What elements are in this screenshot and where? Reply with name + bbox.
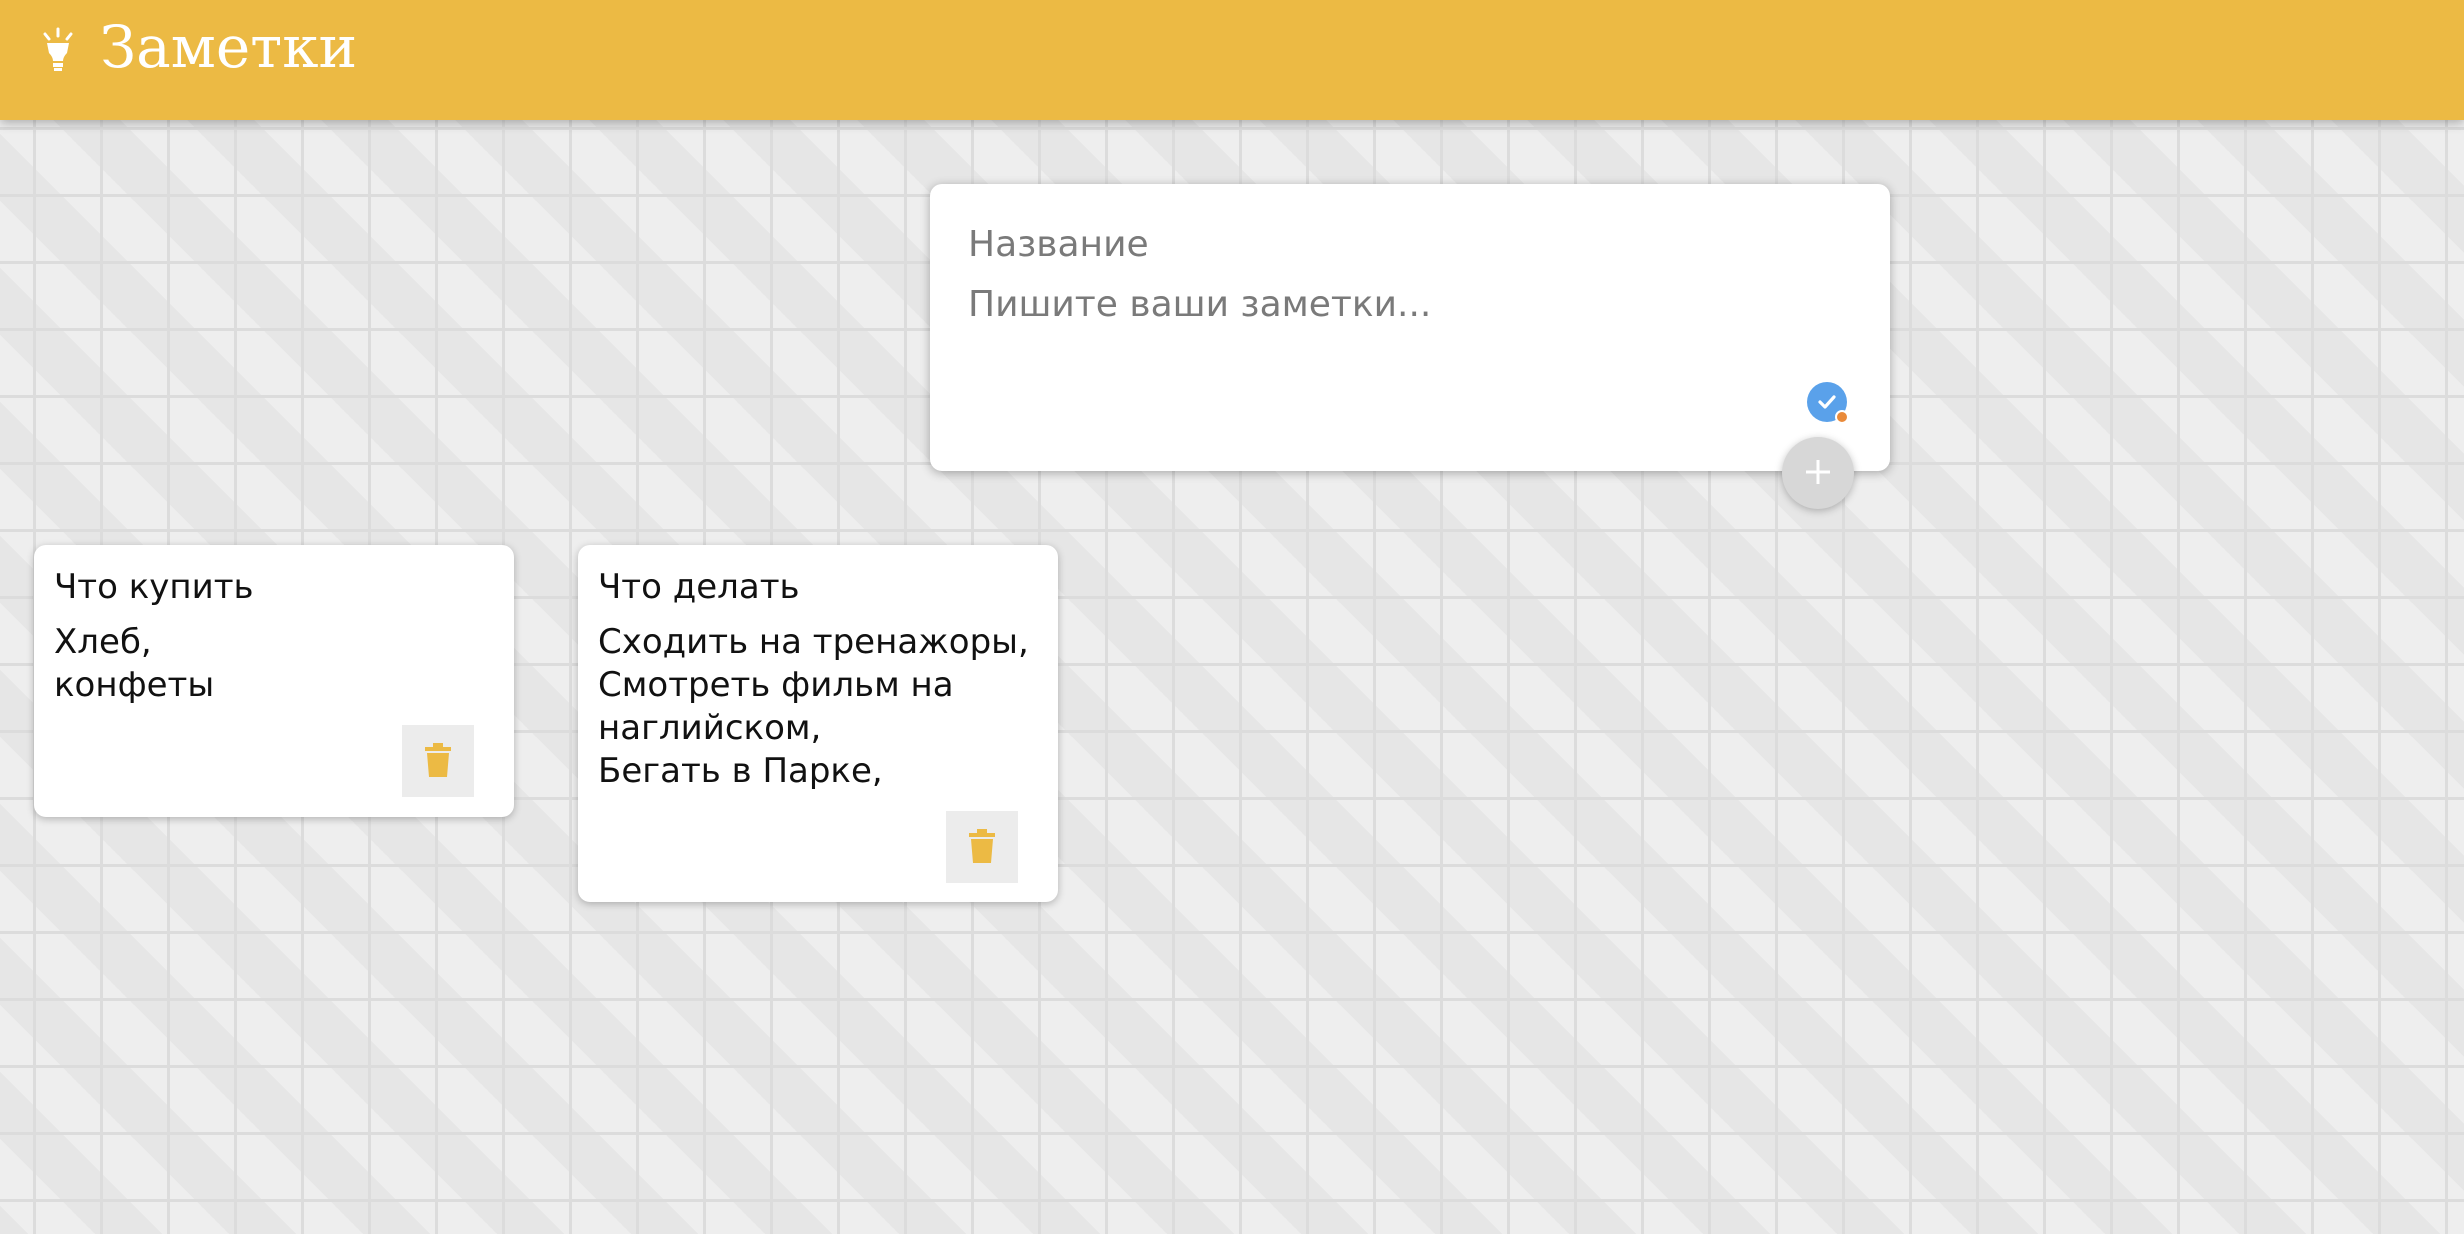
delete-note-button[interactable] [402, 725, 474, 797]
note-card: Что купить Хлеб, конфеты [34, 545, 514, 817]
status-dot [1835, 410, 1849, 424]
trash-icon [425, 742, 451, 780]
note-title: Что делать [598, 567, 800, 607]
note-content-line: конфеты [54, 665, 215, 705]
note-content-line: Смотреть фильм на [598, 665, 954, 705]
note-content-line: Бегать в Парке, [598, 751, 883, 791]
create-note-form [930, 184, 1890, 471]
check-circle-icon [1807, 382, 1849, 424]
app-title: Заметки [100, 13, 358, 81]
delete-note-button[interactable] [946, 811, 1018, 883]
note-content-line: Сходить на тренажоры, [598, 622, 1029, 662]
note-title-input[interactable] [968, 224, 1828, 265]
note-content-input[interactable] [968, 284, 1828, 344]
lightbulb-icon [36, 22, 80, 78]
add-note-button[interactable] [1782, 437, 1854, 509]
note-title: Что купить [54, 567, 254, 607]
plus-icon [1802, 456, 1834, 491]
note-card: Что делать Сходить на тренажоры, Смотрет… [578, 545, 1058, 902]
trash-icon [969, 828, 995, 866]
note-content-line: Хлеб, [54, 622, 152, 662]
app-header: Заметки [0, 0, 2464, 120]
note-content-line: наглийском, [598, 708, 822, 748]
